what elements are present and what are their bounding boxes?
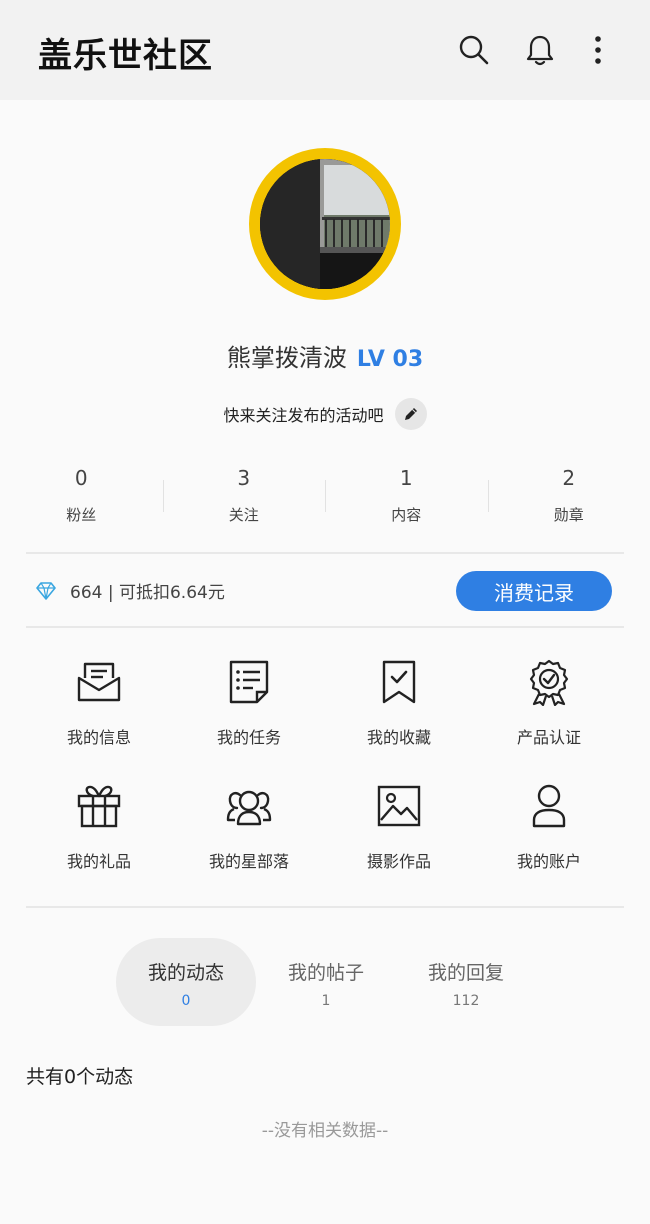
menu-item-my-tasks[interactable]: 我的任务 xyxy=(174,652,324,747)
badge-icon xyxy=(529,659,569,706)
group-icon xyxy=(226,790,272,826)
pencil-icon xyxy=(404,408,417,420)
activity-tabs: 我的动态 0 我的帖子 1 我的回复 112 xyxy=(116,938,536,1026)
avatar-image xyxy=(260,159,390,289)
tab-my-replies[interactable]: 我的回复 112 xyxy=(396,938,536,1026)
menu-grid: 我的信息 我的任务 我的收藏 产品认证 我的礼品 我的星部落 摄影作品 我的账户 xyxy=(24,652,626,871)
bookmark-icon xyxy=(382,660,416,704)
menu-item-my-gifts[interactable]: 我的礼品 xyxy=(24,776,174,871)
tab-label: 我的帖子 xyxy=(287,962,364,984)
empty-state-text: --没有相关数据-- xyxy=(261,1121,389,1141)
stat-value: 1 xyxy=(399,466,413,490)
edit-bio-button[interactable] xyxy=(394,398,427,430)
stat-following[interactable]: 3 关注 xyxy=(162,460,326,532)
activity-summary: 共有0个动态 xyxy=(26,1066,134,1088)
menu-item-photography-works[interactable]: 摄影作品 xyxy=(324,776,474,871)
menu-item-product-certification[interactable]: 产品认证 xyxy=(474,652,624,747)
more-vert-icon[interactable] xyxy=(578,30,618,70)
stat-value: 3 xyxy=(237,466,251,490)
tab-my-activity[interactable]: 我的动态 0 xyxy=(116,938,256,1026)
app-header: 盖乐世社区 xyxy=(0,0,650,100)
tab-label: 我的动态 xyxy=(147,962,224,984)
points-text: 664 | 可抵扣6.64元 xyxy=(70,583,225,603)
stat-label: 粉丝 xyxy=(66,506,97,524)
menu-label: 我的礼品 xyxy=(66,852,131,871)
message-icon xyxy=(77,662,121,702)
username: 熊掌拨清波 xyxy=(226,344,347,372)
avatar[interactable] xyxy=(249,148,401,300)
bio-text: 快来关注发布的活动吧 xyxy=(223,406,384,425)
user-icon xyxy=(532,784,566,828)
menu-item-my-favorites[interactable]: 我的收藏 xyxy=(324,652,474,747)
bell-icon[interactable] xyxy=(520,30,560,70)
points-row: 664 | 可抵扣6.64元 xyxy=(36,578,225,603)
menu-label: 摄影作品 xyxy=(366,852,431,871)
consumption-records-button[interactable]: 消费记录 xyxy=(456,571,612,611)
stat-value: 2 xyxy=(562,466,576,490)
stat-value: 0 xyxy=(74,466,88,490)
gift-icon xyxy=(77,785,121,828)
stat-content[interactable]: 1 内容 xyxy=(325,460,488,532)
menu-label: 我的收藏 xyxy=(366,728,431,747)
stat-fans[interactable]: 0 粉丝 xyxy=(0,460,163,532)
search-icon[interactable] xyxy=(454,30,494,70)
task-list-icon xyxy=(229,660,269,704)
divider xyxy=(26,552,624,554)
stat-label: 勋章 xyxy=(553,506,584,524)
menu-label: 我的星部落 xyxy=(208,852,289,871)
tab-my-posts[interactable]: 我的帖子 1 xyxy=(256,938,396,1026)
menu-label: 我的账户 xyxy=(516,852,581,871)
stat-label: 内容 xyxy=(391,506,422,524)
bio-row: 快来关注发布的活动吧 xyxy=(0,398,650,430)
tab-count: 0 xyxy=(181,993,191,1009)
stats-row: 0 粉丝 3 关注 1 内容 2 勋章 xyxy=(0,460,650,532)
level-badge: LV 03 xyxy=(356,347,424,372)
photo-icon xyxy=(377,785,421,827)
menu-item-my-messages[interactable]: 我的信息 xyxy=(24,652,174,747)
divider xyxy=(26,626,624,628)
tab-count: 1 xyxy=(321,993,331,1009)
menu-label: 产品认证 xyxy=(516,728,581,747)
stat-medals[interactable]: 2 勋章 xyxy=(487,460,650,532)
app-title: 盖乐世社区 xyxy=(38,36,213,76)
divider xyxy=(26,906,624,908)
menu-label: 我的信息 xyxy=(66,728,131,747)
tab-label: 我的回复 xyxy=(427,962,504,984)
name-row: 熊掌拨清波 LV 03 xyxy=(0,338,650,373)
diamond-icon xyxy=(36,581,56,600)
tab-count: 112 xyxy=(452,993,480,1009)
menu-item-my-star-tribe[interactable]: 我的星部落 xyxy=(174,776,324,871)
menu-item-my-account[interactable]: 我的账户 xyxy=(474,776,624,871)
stat-label: 关注 xyxy=(228,506,259,524)
menu-label: 我的任务 xyxy=(216,728,281,747)
